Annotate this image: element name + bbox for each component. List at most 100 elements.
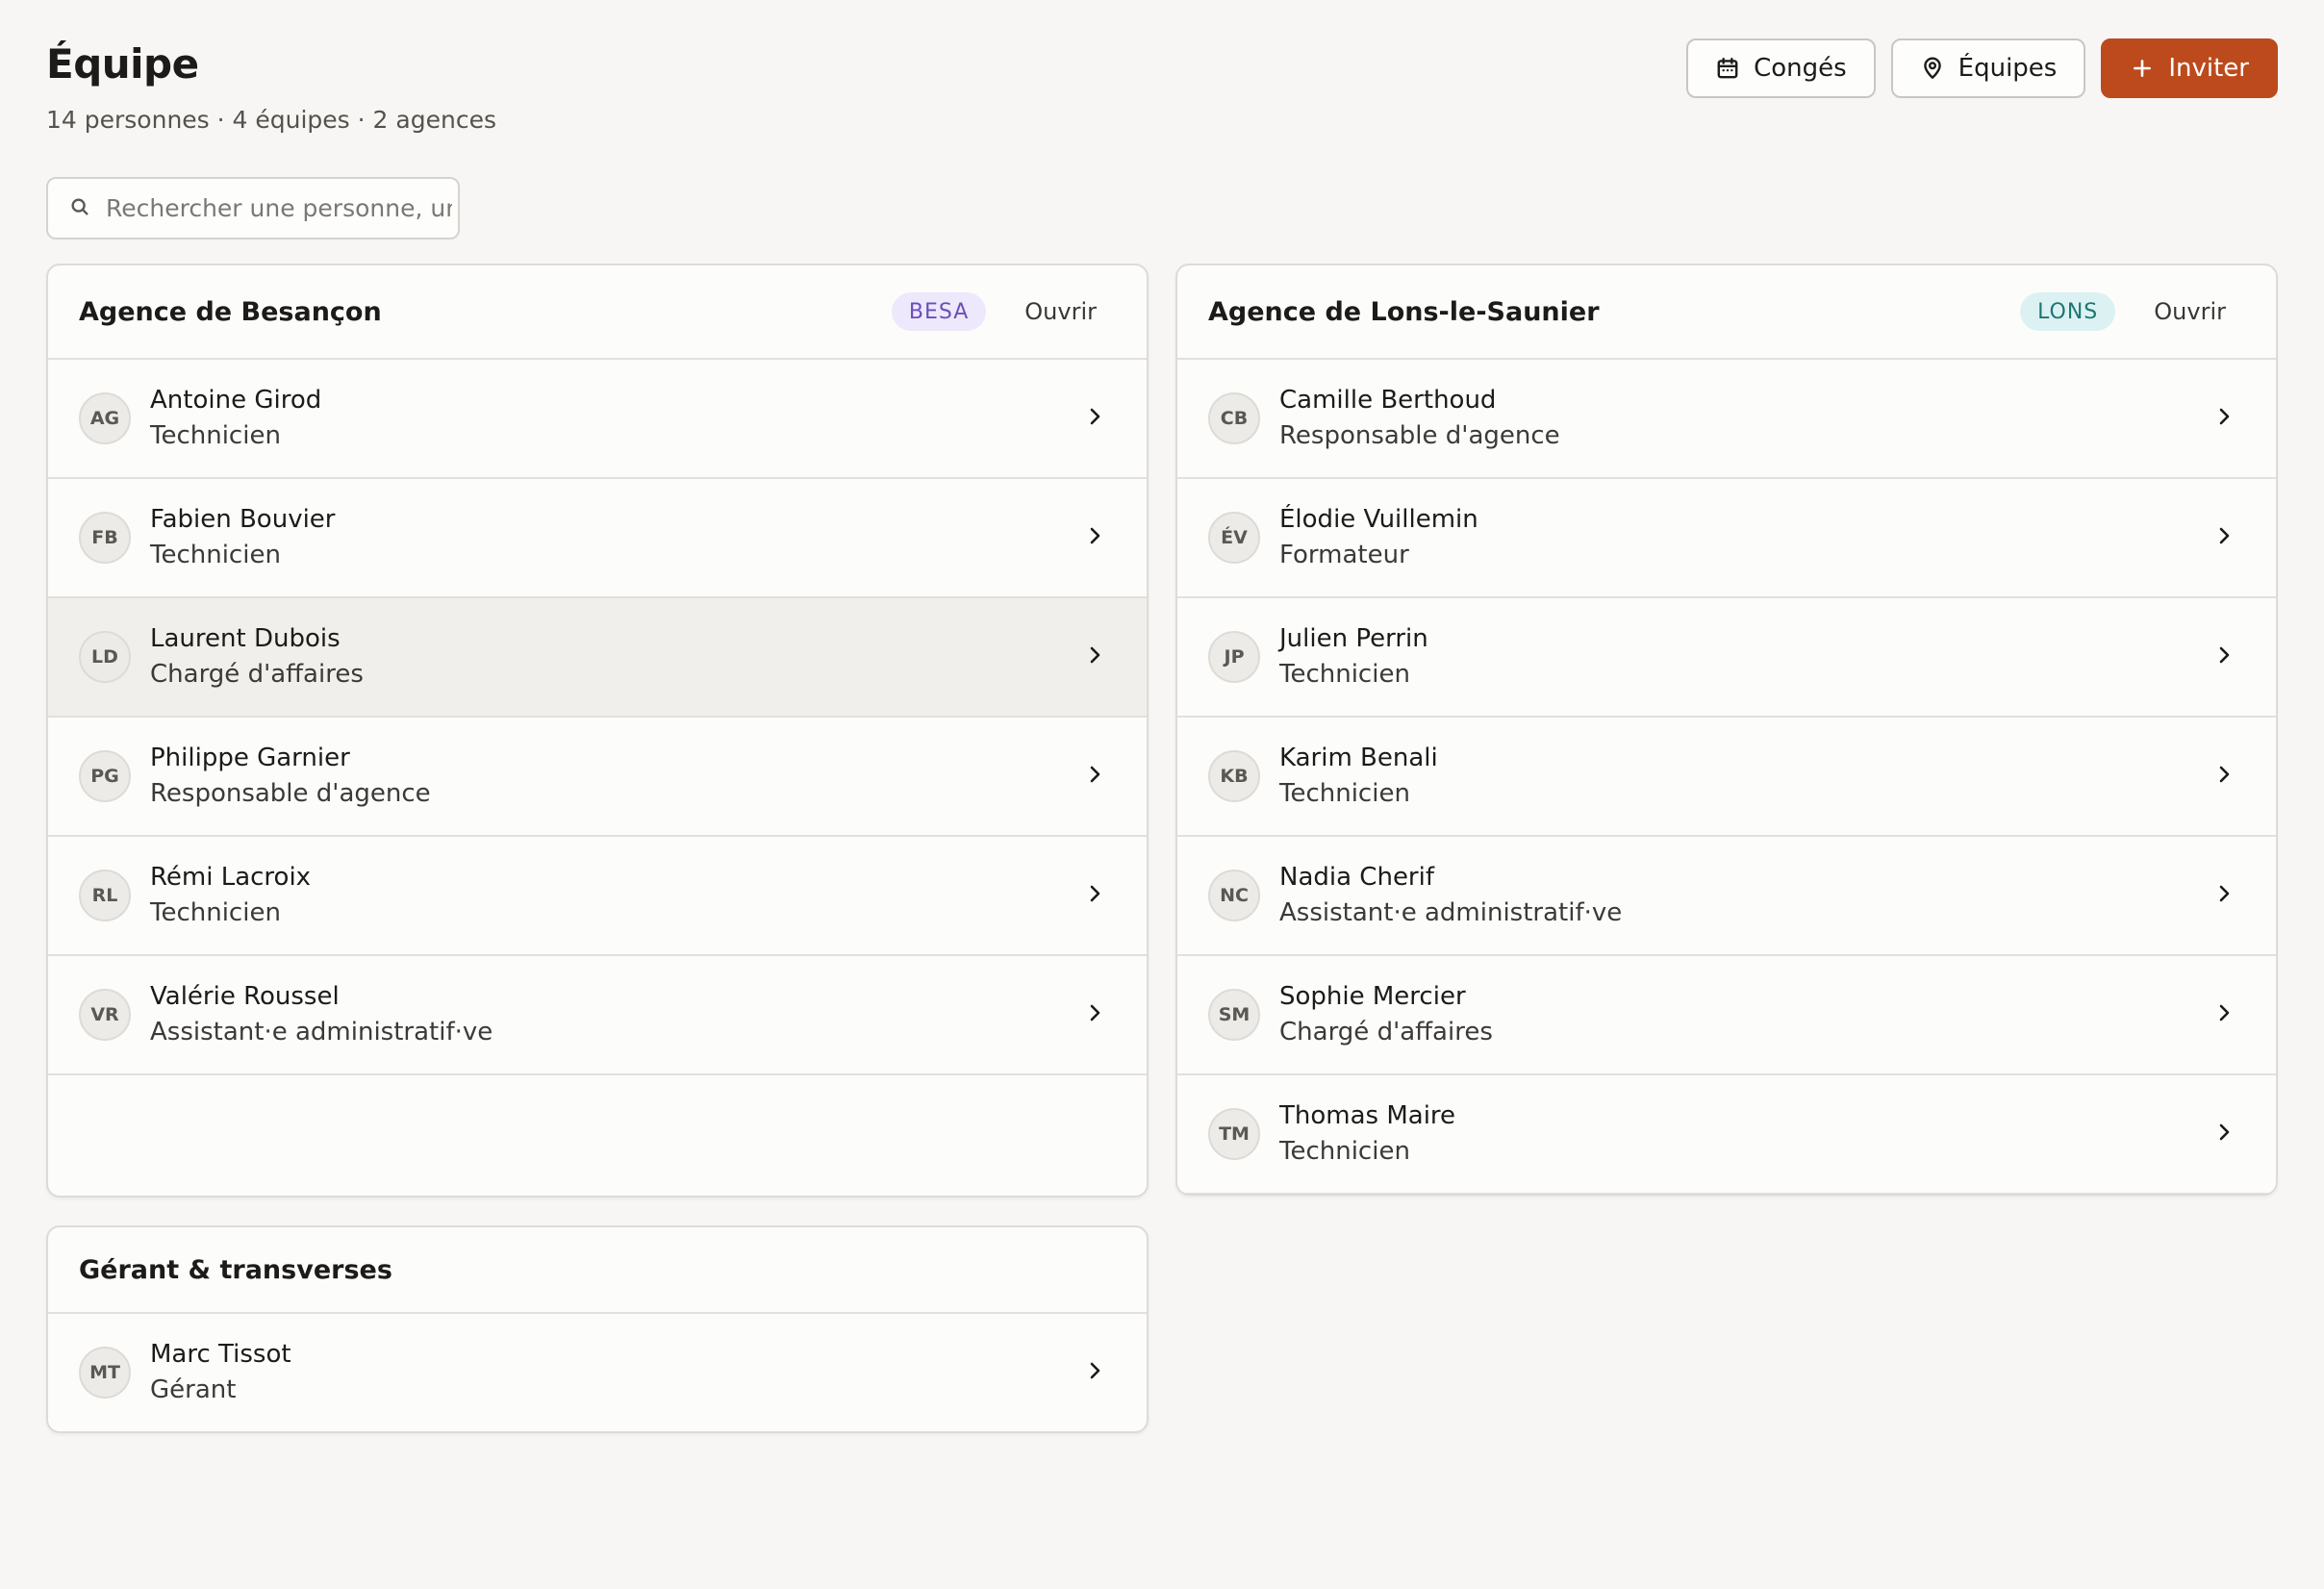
page-subtitle: 14 personnes · 4 équipes · 2 agences [46, 106, 496, 134]
avatar: NC [1208, 870, 1260, 921]
member-row[interactable]: SM Sophie Mercier Chargé d'affaires [1177, 956, 2276, 1075]
chevron-right-icon [1083, 1359, 1116, 1386]
member-row[interactable]: VR Valérie Roussel Assistant·e administrat… [48, 956, 1147, 1075]
member-role: Formateur [1279, 541, 1409, 569]
calendar-icon [1715, 56, 1740, 81]
page-title: Équipe [46, 40, 199, 88]
member-info: Camille Berthoud Responsable d'agence [1279, 383, 2212, 454]
map-pin-icon [1920, 56, 1945, 81]
member-list: MT Marc Tissot Gérant [48, 1314, 1147, 1431]
member-name: Camille Berthoud [1279, 386, 1497, 415]
team-page: Équipe 14 personnes · 4 équipes · 2 agen… [0, 0, 2324, 1589]
agency-card-header: Agence de Besançon BESA Ouvrir [48, 265, 1147, 360]
chevron-right-icon [1083, 643, 1116, 670]
chevron-right-icon [2212, 405, 2245, 432]
member-role: Responsable d'agence [1279, 421, 1560, 450]
member-info: Marc Tissot Gérant [150, 1337, 1083, 1408]
member-info: Rémi Lacroix Technicien [150, 860, 1083, 931]
chevron-right-icon [2212, 882, 2245, 909]
member-info: Laurent Dubois Chargé d'affaires [150, 621, 1083, 693]
member-name: Marc Tissot [150, 1340, 291, 1369]
member-row[interactable]: TM Thomas Maire Technicien [1177, 1075, 2276, 1194]
member-role: Gérant [150, 1375, 237, 1404]
chevron-right-icon [1083, 882, 1116, 909]
chevron-right-icon [2212, 643, 2245, 670]
avatar: KB [1208, 750, 1260, 802]
member-list: CB Camille Berthoud Responsable d'agence ÉV… [1177, 360, 2276, 1194]
member-name: Nadia Cherif [1279, 863, 1435, 892]
open-agency-link[interactable]: Ouvrir [1024, 298, 1097, 325]
member-name: Philippe Garnier [150, 744, 350, 772]
chevron-right-icon [2212, 1001, 2245, 1028]
member-row[interactable]: LD Laurent Dubois Chargé d'affaires [48, 598, 1147, 718]
member-info: Antoine Girod Technicien [150, 383, 1083, 454]
open-agency-link[interactable]: Ouvrir [2154, 298, 2226, 325]
leave-button-label: Congés [1754, 54, 1847, 83]
leave-button[interactable]: Congés [1686, 38, 1876, 98]
agency-card-header: Agence de Lons-le-Saunier LONS Ouvrir [1177, 265, 2276, 360]
member-info: Fabien Bouvier Technicien [150, 502, 1083, 573]
avatar: MT [79, 1347, 131, 1399]
member-role: Technicien [150, 541, 281, 569]
member-name: Laurent Dubois [150, 624, 341, 653]
member-info: Philippe Garnier Responsable d'agence [150, 741, 1083, 812]
member-row[interactable]: ÉV Élodie Vuillemin Formateur [1177, 479, 2276, 598]
member-row[interactable]: PG Philippe Garnier Responsable d'agence [48, 718, 1147, 837]
chevron-right-icon [2212, 763, 2245, 790]
member-role: Technicien [150, 421, 281, 450]
member-row[interactable]: RL Rémi Lacroix Technicien [48, 837, 1147, 956]
member-row[interactable]: KB Karim Benali Technicien [1177, 718, 2276, 837]
search-input[interactable] [106, 194, 452, 222]
chevron-right-icon [2212, 524, 2245, 551]
avatar: TM [1208, 1108, 1260, 1160]
member-role: Technicien [150, 898, 281, 927]
member-row[interactable]: CB Camille Berthoud Responsable d'agence [1177, 360, 2276, 479]
agency-card-besancon: Agence de Besançon BESA Ouvrir AG Antoine… [46, 264, 1149, 1198]
agency-code-badge: LONS [2020, 292, 2116, 331]
member-row[interactable]: AG Antoine Girod Technicien [48, 360, 1147, 479]
member-info: Nadia Cherif Assistant·e administratif·ve [1279, 860, 2212, 931]
header-actions: Congés Équipes Inviter [1686, 38, 2278, 98]
member-name: Valérie Roussel [150, 982, 340, 1011]
transverse-title: Gérant & transverses [79, 1254, 392, 1285]
avatar: SM [1208, 989, 1260, 1041]
member-name: Karim Benali [1279, 744, 1438, 772]
avatar: CB [1208, 392, 1260, 444]
search-box[interactable] [46, 177, 460, 240]
member-role: Technicien [1279, 779, 1410, 808]
member-name: Fabien Bouvier [150, 505, 336, 534]
agency-code-badge: BESA [891, 292, 987, 331]
member-row[interactable]: NC Nadia Cherif Assistant·e administratif·… [1177, 837, 2276, 956]
member-role: Assistant·e administratif·ve [150, 1018, 493, 1047]
member-role: Chargé d'affaires [150, 660, 364, 689]
member-row[interactable]: JP Julien Perrin Technicien [1177, 598, 2276, 718]
chevron-right-icon [1083, 524, 1116, 551]
member-info: Thomas Maire Technicien [1279, 1098, 2212, 1170]
member-info: Karim Benali Technicien [1279, 741, 2212, 812]
member-name: Rémi Lacroix [150, 863, 312, 892]
avatar: LD [79, 631, 131, 683]
member-role: Responsable d'agence [150, 779, 431, 808]
member-row[interactable]: MT Marc Tissot Gérant [48, 1314, 1147, 1431]
transverse-card-header: Gérant & transverses [48, 1227, 1147, 1314]
chevron-right-icon [1083, 763, 1116, 790]
transverse-card: Gérant & transverses MT Marc Tissot Gérant [46, 1225, 1149, 1433]
plus-icon [2130, 56, 2155, 81]
avatar: ÉV [1208, 512, 1260, 564]
avatar: FB [79, 512, 131, 564]
invite-button[interactable]: Inviter [2101, 38, 2278, 98]
member-name: Sophie Mercier [1279, 982, 1466, 1011]
member-info: Sophie Mercier Chargé d'affaires [1279, 979, 2212, 1050]
avatar: JP [1208, 631, 1260, 683]
member-row[interactable]: FB Fabien Bouvier Technicien [48, 479, 1147, 598]
avatar: AG [79, 392, 131, 444]
search-icon [69, 196, 90, 221]
teams-button-label: Équipes [1958, 54, 2058, 83]
avatar: RL [79, 870, 131, 921]
member-info: Julien Perrin Technicien [1279, 621, 2212, 693]
avatar: VR [79, 989, 131, 1041]
agency-name: Agence de Lons-le-Saunier [1208, 296, 1600, 327]
member-role: Technicien [1279, 1137, 1410, 1166]
agency-card-lons: Agence de Lons-le-Saunier LONS Ouvrir CB… [1175, 264, 2278, 1196]
teams-button[interactable]: Équipes [1890, 38, 2086, 98]
